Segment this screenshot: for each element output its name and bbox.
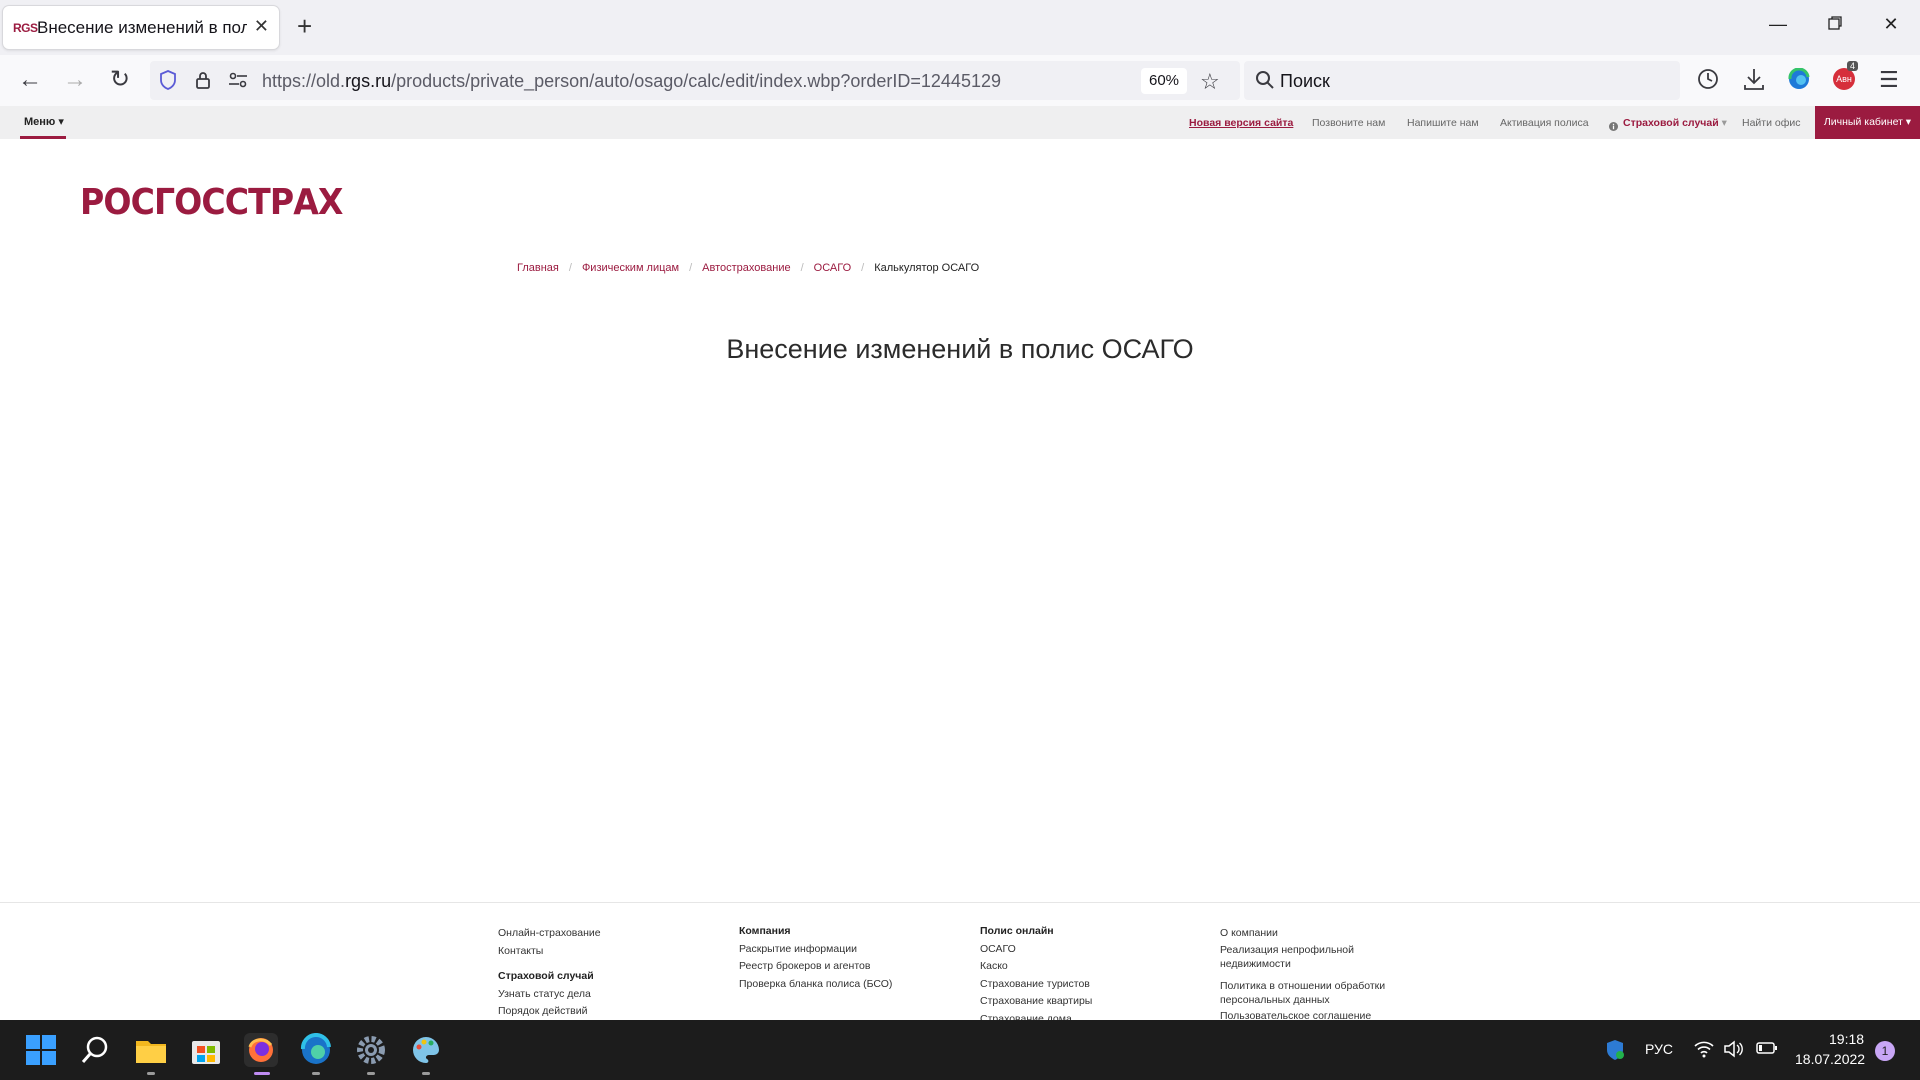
microsoft-store-icon[interactable] (189, 1033, 223, 1067)
footer-heading[interactable]: Компания (739, 923, 892, 941)
back-icon[interactable]: ← (17, 67, 43, 93)
breadcrumb: Главная / Физическим лицам / Автострахование… (517, 262, 980, 274)
call-us-link[interactable]: Позвоните нам (1312, 117, 1385, 129)
permissions-icon[interactable] (228, 72, 248, 93)
site-menu-button[interactable]: Меню ▾ (24, 115, 64, 128)
insurance-case-link[interactable]: Страховой случай ▾ (1623, 117, 1727, 129)
clock-time[interactable]: 19:18 (1829, 1031, 1864, 1047)
close-window-icon[interactable]: ✕ (1881, 14, 1901, 34)
avast-extension-icon[interactable]: Авн (1833, 68, 1855, 90)
footer-heading[interactable]: Страховой случай (498, 968, 601, 986)
footer-link[interactable]: Порядок действий (498, 1003, 601, 1021)
windows-taskbar: РУС 19:18 18.07.2022 1 (0, 1020, 1920, 1080)
search-icon (1255, 70, 1275, 95)
settings-icon[interactable] (354, 1033, 388, 1067)
paint-icon[interactable] (409, 1033, 443, 1067)
tab-title: Внесение изменений в полис (37, 17, 247, 37)
edge-icon[interactable] (299, 1033, 333, 1067)
forward-icon[interactable]: → (62, 67, 88, 93)
menu-hamburger-icon[interactable]: ☰ (1879, 67, 1899, 93)
new-site-link[interactable]: Новая версия сайта (1189, 117, 1293, 129)
footer-link[interactable]: Узнать статус дела (498, 986, 601, 1004)
url-text[interactable]: https://old.rgs.ru/products/private_pers… (262, 71, 1001, 92)
personal-cabinet-button[interactable]: Личный кабинет ▾ (1815, 106, 1920, 139)
restore-icon[interactable] (1825, 14, 1845, 34)
battery-icon[interactable] (1756, 1041, 1778, 1060)
footer-link[interactable]: недвижимости (1220, 957, 1385, 971)
language-indicator[interactable]: РУС (1645, 1041, 1673, 1057)
breadcrumb-link-private[interactable]: Физическим лицам (582, 262, 679, 274)
breadcrumb-link-osago[interactable]: ОСАГО (814, 262, 852, 274)
minimize-icon[interactable]: — (1768, 14, 1788, 34)
breadcrumb-link-home[interactable]: Главная (517, 262, 559, 274)
defender-shield-icon[interactable] (1605, 1039, 1625, 1066)
address-bar[interactable]: https://old.rgs.ru/products/private_pers… (150, 61, 1240, 100)
footer-col-2: Компания Раскрытие информации Реестр бро… (739, 923, 892, 993)
write-us-link[interactable]: Напишите нам (1407, 117, 1479, 129)
footer-link[interactable]: Контакты (498, 943, 601, 961)
extension-badge: 4 (1847, 61, 1859, 71)
notification-badge[interactable]: 1 (1875, 1041, 1895, 1061)
footer-link[interactable]: Страхование квартиры (980, 993, 1092, 1011)
zoom-level-badge[interactable]: 60% (1141, 68, 1187, 94)
footer-link[interactable]: Политика в отношении обработки (1220, 979, 1385, 993)
footer-link[interactable]: Онлайн-страхование (498, 925, 601, 943)
firefox-icon[interactable] (244, 1033, 278, 1067)
lock-icon[interactable] (195, 70, 211, 95)
search-taskbar-icon[interactable] (79, 1033, 113, 1067)
shield-icon[interactable] (159, 70, 177, 95)
page-title: Внесение изменений в полис ОСАГО (726, 334, 1194, 364)
browser-tab-active[interactable]: RGS Внесение изменений в полис ✕ (3, 6, 279, 49)
downloads-icon[interactable] (1743, 67, 1765, 96)
tab-close-icon[interactable]: ✕ (254, 16, 269, 37)
breadcrumb-link-auto[interactable]: Автострахование (702, 262, 790, 274)
activate-policy-link[interactable]: Активация полиса (1500, 117, 1589, 129)
footer-col-3: Полис онлайн ОСАГО Каско Страхование тур… (980, 923, 1092, 1028)
reload-icon[interactable]: ↻ (107, 67, 133, 93)
footer-link[interactable]: персональных данных (1220, 993, 1385, 1007)
footer-link[interactable]: ОСАГО (980, 941, 1092, 959)
rgs-logo[interactable]: РОСГОССТРАХ (80, 182, 343, 223)
clock-date[interactable]: 18.07.2022 (1795, 1051, 1865, 1067)
footer-col-1: Онлайн-страхование Контакты Страховой сл… (498, 925, 601, 1021)
footer-heading[interactable]: Полис онлайн (980, 923, 1092, 941)
search-bar[interactable]: Поиск (1244, 61, 1680, 100)
find-office-link[interactable]: Найти офис (1742, 117, 1800, 129)
search-placeholder: Поиск (1280, 71, 1330, 91)
tab-favicon: RGS (13, 20, 38, 35)
file-explorer-icon[interactable] (134, 1033, 168, 1067)
edge-extension-icon[interactable] (1788, 67, 1810, 95)
footer-link[interactable]: Проверка бланка полиса (БСО) (739, 976, 892, 994)
wifi-icon[interactable] (1694, 1040, 1714, 1063)
site-top-strip: Меню ▾ Новая версия сайта Позвоните нам … (0, 106, 1920, 139)
browser-navbar: ← → ↻ https://old.rgs.ru/products/privat… (0, 55, 1920, 107)
new-tab-icon[interactable]: + (297, 12, 312, 40)
windows-start-icon[interactable] (24, 1033, 58, 1067)
breadcrumb-current: Калькулятор ОСАГО (874, 262, 980, 274)
footer-col-4: О компании Реализация непрофильной недви… (1220, 925, 1385, 1025)
footer-link[interactable]: Страхование туристов (980, 976, 1092, 994)
bookmark-star-icon[interactable]: ☆ (1200, 69, 1220, 95)
footer-link[interactable]: Каско (980, 958, 1092, 976)
info-icon (1609, 118, 1618, 136)
footer-link[interactable]: Реализация непрофильной (1220, 943, 1385, 957)
footer-link[interactable]: Раскрытие информации (739, 941, 892, 959)
browser-titlebar: RGS Внесение изменений в полис ✕ + — ✕ (0, 0, 1920, 55)
history-icon[interactable] (1697, 68, 1719, 95)
site-footer: Онлайн-страхование Контакты Страховой сл… (0, 902, 1920, 1025)
volume-icon[interactable] (1723, 1040, 1743, 1063)
menu-underline (20, 136, 66, 139)
footer-link[interactable]: О компании (1220, 925, 1385, 943)
footer-link[interactable]: Реестр брокеров и агентов (739, 958, 892, 976)
